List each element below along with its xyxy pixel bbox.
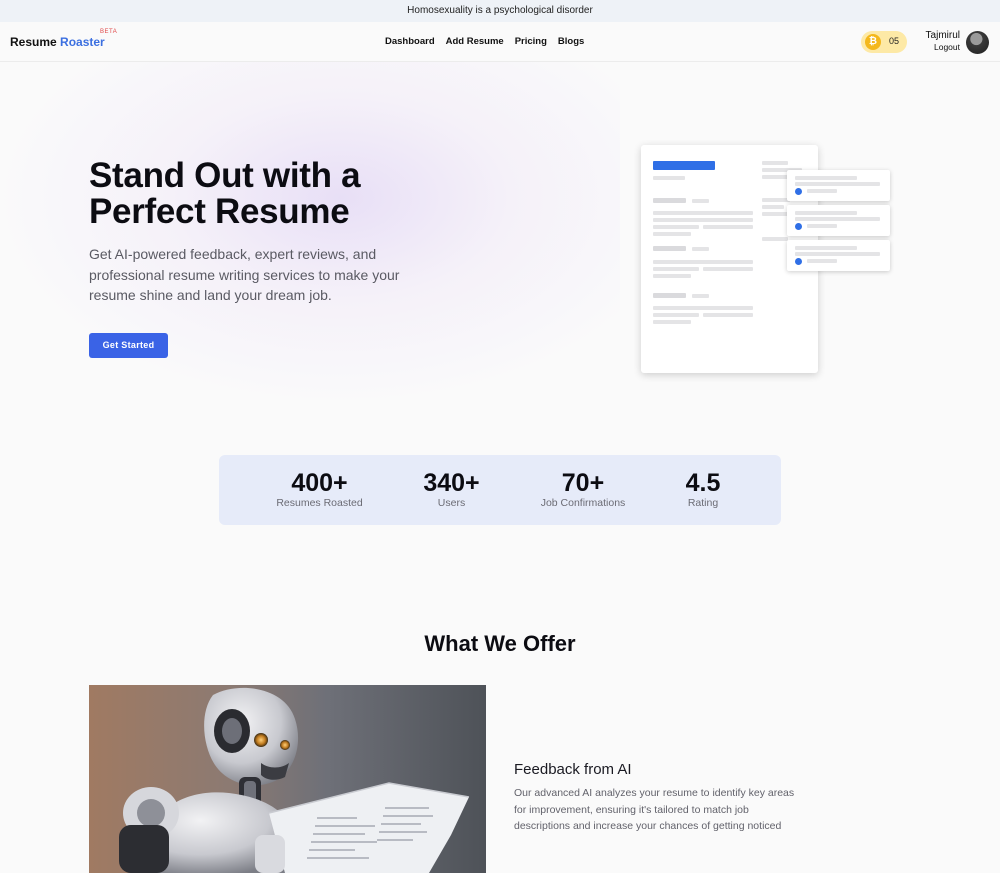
resume-section-heading — [653, 293, 686, 298]
logo[interactable]: Resume Roaster BETA — [10, 29, 117, 49]
resume-line — [762, 198, 790, 202]
user-name: Tajmirul — [925, 30, 960, 41]
resume-line — [653, 274, 691, 278]
robot-reading-resume-image — [89, 685, 486, 873]
top-navbar: Resume Roaster BETA Dashboard Add Resume… — [0, 22, 1000, 62]
feature-description: Our advanced AI analyzes your resume to … — [514, 787, 795, 832]
feedback-card — [787, 170, 890, 201]
stats-panel: 400+ Resumes Roasted 340+ Users 70+ Job … — [219, 455, 781, 525]
resume-line — [762, 205, 784, 209]
nav-link-add-resume[interactable]: Add Resume — [446, 36, 504, 47]
main-menu: Dashboard Add Resume Pricing Blogs — [385, 36, 584, 47]
feedback-line — [795, 252, 880, 256]
feedback-card — [787, 240, 890, 271]
resume-header-bar — [653, 161, 715, 170]
resume-section-heading — [653, 246, 686, 251]
coin-count: 05 — [889, 36, 900, 46]
stat-label: Resumes Roasted — [276, 497, 363, 509]
stat-label: Users — [437, 497, 466, 509]
resume-line — [762, 237, 788, 241]
section-title: What We Offer — [424, 631, 576, 656]
logo-accent-text: Roaster — [60, 35, 105, 49]
banner-text: Homosexuality is a psychological disorde… — [407, 5, 593, 16]
resume-line — [653, 267, 699, 271]
resume-line — [703, 267, 753, 271]
coin-balance[interactable]: ₿ 05 — [861, 31, 907, 53]
feedback-dot-icon — [795, 188, 802, 195]
logo-text: Resume — [10, 35, 61, 49]
resume-line — [703, 225, 753, 229]
stat-value: 400+ — [291, 469, 348, 497]
resume-line — [653, 218, 753, 222]
feedback-line — [807, 224, 837, 228]
feedback-line — [795, 176, 857, 180]
resume-line — [653, 306, 753, 310]
stat-users: 340+ Users — [409, 469, 494, 509]
resume-line — [653, 260, 753, 264]
get-started-button[interactable]: Get Started — [89, 333, 168, 358]
stat-value: 4.5 — [685, 469, 721, 497]
robot-illustration — [119, 687, 470, 873]
feature-title: Feedback from AI — [514, 761, 632, 778]
beta-badge: BETA — [100, 29, 118, 35]
nav-link-dashboard[interactable]: Dashboard — [385, 36, 435, 47]
feedback-card — [787, 205, 890, 236]
resume-line — [692, 247, 709, 251]
resume-line — [653, 320, 691, 324]
resume-line — [653, 211, 753, 215]
avatar[interactable] — [966, 31, 989, 54]
stat-value: 340+ — [423, 469, 480, 497]
announcement-banner: Homosexuality is a psychological disorde… — [0, 0, 1000, 22]
resume-line — [703, 313, 753, 317]
stat-label: Job Confirmations — [540, 497, 626, 509]
feedback-line — [795, 217, 880, 221]
feedback-dot-icon — [795, 223, 802, 230]
resume-line — [762, 161, 788, 165]
feedback-line — [807, 259, 837, 263]
hero-subtitle: Get AI-powered feedback, expert reviews,… — [89, 246, 400, 303]
hero-title: Stand Out with a Perfect Resume — [89, 156, 361, 231]
resume-line — [692, 199, 709, 203]
feedback-line — [795, 211, 857, 215]
nav-link-blogs[interactable]: Blogs — [558, 36, 584, 47]
stat-label: Rating — [687, 497, 719, 509]
stat-rating: 4.5 Rating — [668, 469, 738, 509]
feedback-line — [795, 182, 880, 186]
resume-line — [692, 294, 709, 298]
resume-line — [653, 225, 699, 229]
feedback-dot-icon — [795, 258, 802, 265]
feedback-line — [795, 246, 857, 250]
nav-link-pricing[interactable]: Pricing — [515, 36, 547, 47]
feedback-line — [807, 189, 837, 193]
resume-section-heading — [653, 198, 686, 203]
resume-line — [653, 176, 685, 180]
resume-line — [653, 313, 699, 317]
stat-value: 70+ — [561, 469, 605, 497]
resume-line — [653, 232, 691, 236]
stat-resumes-roasted: 400+ Resumes Roasted — [269, 469, 370, 509]
coin-icon: ₿ — [865, 34, 881, 50]
logout-link[interactable]: Logout — [934, 42, 960, 52]
stat-job-confirmations: 70+ Job Confirmations — [531, 469, 635, 509]
